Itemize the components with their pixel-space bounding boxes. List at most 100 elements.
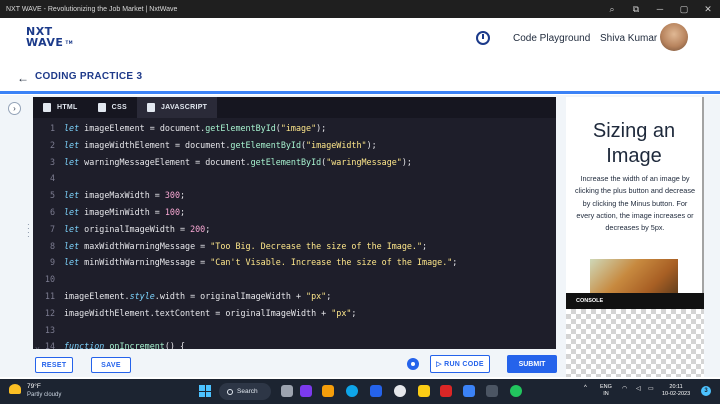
code-text: imageElement.style.width = originalImage… (64, 288, 331, 305)
code-text: let imageElement = document.getElementBy… (64, 120, 326, 137)
code-token: let (64, 139, 80, 150)
code-token: "imageWidth" (306, 139, 367, 150)
reset-button[interactable]: RESET (35, 357, 73, 373)
wifi-icon[interactable]: ◠ (622, 385, 627, 392)
code-token: function (64, 341, 105, 349)
code-token: imageElement. (64, 291, 130, 301)
save-button[interactable]: SAVE (91, 357, 131, 373)
practice-header: ← CODING PRACTICE 3 (0, 62, 720, 94)
javascript-file-icon (146, 103, 155, 112)
preview-background (566, 349, 704, 377)
code-token: 100 (164, 207, 180, 217)
code-token: .width = originalImageWidth + (154, 291, 307, 301)
code-token: imageMaxWidth = (79, 190, 165, 201)
tab-css[interactable]: CSS (88, 97, 137, 118)
task-view-icon[interactable] (281, 385, 293, 397)
preview-heading: Sizing an Image (592, 120, 676, 167)
edge-browser-icon[interactable] (346, 385, 358, 397)
line-number: 7 (49, 223, 55, 234)
code-token: onIncrement (109, 341, 165, 349)
line-number: 8 (49, 240, 55, 251)
tab-javascript[interactable]: JAVASCRIPT (136, 97, 218, 118)
settings-gear-icon[interactable] (407, 358, 419, 370)
code-token: let (64, 190, 80, 201)
code-token: let (64, 223, 80, 234)
close-button[interactable]: ✕ (696, 4, 720, 15)
search-label: Search (237, 388, 258, 395)
browser-title: NXT WAVE - Revolutionizing the Job Marke… (6, 5, 178, 13)
code-token: imageWidthElement = document. (79, 139, 231, 150)
browser-title-bar: NXT WAVE - Revolutionizing the Job Marke… (0, 0, 720, 18)
code-token: ; (180, 190, 186, 201)
code-area[interactable]: 1 let imageElement = document.getElementB… (33, 119, 556, 349)
console-area (566, 309, 704, 349)
code-text: let maxWidthWarningMessage = "Too Big. D… (64, 238, 427, 255)
resize-handle-icon[interactable]: · · · · (27, 221, 30, 243)
weather-icon[interactable] (9, 384, 21, 394)
tab-html[interactable]: HTML (33, 97, 88, 118)
code-token: ); (366, 139, 377, 150)
line-number: ⌄ 14 (34, 341, 55, 349)
code-token: imageWidthElement.textContent = original… (64, 307, 332, 318)
code-editor[interactable]: HTML CSS JAVASCRIPT 1 let imageElement = do… (33, 97, 587, 349)
notification-badge[interactable]: 3 (701, 386, 711, 396)
date-display: 10-02-2023 (662, 391, 691, 397)
clock[interactable]: 20:11 10-02-2023 (662, 384, 690, 398)
weather-temp[interactable]: 79°F (27, 383, 41, 390)
minimize-button[interactable]: ─ (648, 4, 672, 14)
code-token: style (129, 291, 155, 301)
maximize-button[interactable]: ▢ (672, 4, 696, 15)
stopwatch-icon[interactable] (476, 31, 490, 45)
volume-icon[interactable]: ◁ (636, 385, 641, 392)
line-number: 13 (44, 324, 55, 335)
nxtwave-logo[interactable]: NXT WAVE TM (26, 26, 73, 48)
mcafee-icon[interactable] (440, 385, 452, 397)
language-indicator[interactable]: ENG IN (600, 384, 612, 398)
zoom-icon[interactable]: ⌕ (600, 4, 624, 15)
output-preview: Sizing an Image Increase the width of an… (566, 97, 704, 349)
app-icon-blue[interactable] (463, 385, 475, 397)
taskbar-search[interactable]: Search (219, 383, 271, 400)
line-number: 3 (49, 156, 55, 167)
preview-scrollbar[interactable] (702, 97, 704, 293)
user-name[interactable]: Shiva Kumar (600, 33, 657, 44)
code-token: let (64, 156, 80, 167)
code-token: minWidthWarningMessage = (79, 257, 211, 268)
tab-label: CSS (111, 104, 127, 111)
battery-icon[interactable]: ▭ (648, 385, 654, 392)
tab-label: JAVASCRIPT (160, 104, 208, 111)
console-tab[interactable]: CONSOLE (566, 293, 704, 309)
whatsapp-icon[interactable] (510, 385, 522, 397)
file-explorer-icon[interactable] (322, 385, 334, 397)
run-code-button[interactable]: ▷ RUN CODE (430, 355, 490, 373)
code-token: imageMinWidth = (79, 207, 165, 217)
tray-overflow-icon[interactable]: ^ (584, 385, 587, 391)
code-token: getElementById (250, 156, 322, 167)
code-text: let originalImageWidth = 200; (64, 221, 210, 238)
settings-icon[interactable] (486, 385, 498, 397)
store-icon[interactable] (370, 385, 382, 397)
line-number: 6 (49, 207, 55, 217)
code-text: let minWidthWarningMessage = "Can't Visa… (64, 254, 457, 271)
start-menu-icon[interactable] (199, 385, 211, 397)
code-token: getElementById (205, 123, 276, 133)
chrome-icon[interactable] (394, 385, 406, 397)
expand-sidebar-button[interactable]: › (8, 102, 21, 115)
code-token: let (64, 240, 80, 251)
app-icon-yellow[interactable] (418, 385, 430, 397)
code-token: ; (422, 240, 428, 251)
restore-icon[interactable]: ⧉ (624, 4, 648, 15)
window-controls: ⌕ ⧉ ─ ▢ ✕ (600, 0, 720, 18)
code-playground-link[interactable]: Code Playground (513, 33, 590, 44)
avatar[interactable] (660, 23, 688, 51)
code-token: let (64, 207, 80, 217)
submit-button[interactable]: SUBMIT (507, 355, 557, 373)
language-code: ENG (600, 384, 612, 390)
search-icon (227, 388, 233, 395)
line-number: 12 (44, 307, 55, 318)
weather-description[interactable]: Partly cloudy (27, 392, 61, 398)
code-token: "px" (331, 307, 352, 318)
back-arrow-icon[interactable]: ← (17, 71, 29, 85)
region-code: IN (603, 391, 609, 397)
teams-chat-icon[interactable] (300, 385, 312, 397)
